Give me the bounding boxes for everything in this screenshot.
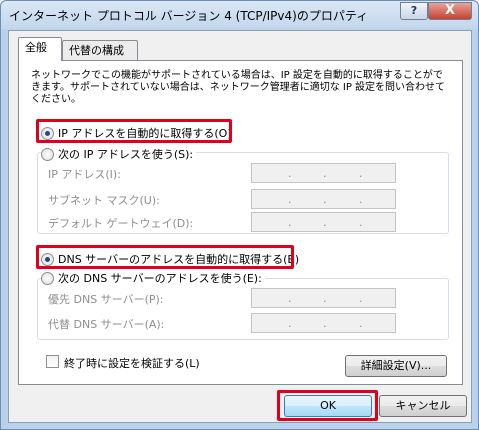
ip-manual-radio-indicator[interactable] xyxy=(41,147,54,161)
window-title: インターネット プロトコル バージョン 4 (TCP/IPv4)のプロパティ xyxy=(9,9,369,23)
tab-general[interactable]: 全般 xyxy=(18,37,62,61)
alternate-dns-separator: . xyxy=(359,317,363,330)
dns-manual-label: 次の DNS サーバーのアドレスを使う(E): xyxy=(58,272,262,285)
subnet-mask-field[interactable]: . . . xyxy=(251,189,396,209)
ip-manual-radio[interactable]: 次の IP アドレスを使う(S): xyxy=(41,146,197,162)
preferred-dns-separator: . xyxy=(359,292,363,305)
preferred-dns-separator: . xyxy=(288,292,292,305)
subnet-mask-label: サブネット マスク(U): xyxy=(48,194,160,207)
dns-auto-highlight xyxy=(36,245,294,269)
dns-manual-radio[interactable]: 次の DNS サーバーのアドレスを使う(E): xyxy=(41,270,265,286)
default-gateway-label: デフォルト ゲートウェイ(D): xyxy=(48,217,194,230)
subnet-mask-separator: . xyxy=(323,193,327,206)
default-gateway-separator: . xyxy=(288,216,292,229)
alternate-dns-label: 代替 DNS サーバー(A): xyxy=(48,318,165,331)
preferred-dns-label: 優先 DNS サーバー(P): xyxy=(48,293,164,306)
dns-manual-radio-indicator[interactable] xyxy=(41,271,54,285)
tab-alternate-configuration[interactable]: 代替の構成 xyxy=(62,40,138,61)
default-gateway-field[interactable]: . . . xyxy=(251,212,396,232)
subnet-mask-separator: . xyxy=(288,193,292,206)
help-button[interactable]: ? xyxy=(400,2,428,20)
ipv4-properties-dialog: インターネット プロトコル バージョン 4 (TCP/IPv4)のプロパティ ?… xyxy=(0,0,479,430)
default-gateway-separator: . xyxy=(323,216,327,229)
preferred-dns-separator: . xyxy=(323,292,327,305)
ip-manual-label: 次の IP アドレスを使う(S): xyxy=(58,148,194,161)
title-bar[interactable]: インターネット プロトコル バージョン 4 (TCP/IPv4)のプロパティ ?… xyxy=(1,1,478,29)
validate-on-exit-label: 終了時に設定を検証する(L) xyxy=(64,357,200,370)
description-text: ネットワークでこの機能がサポートされている場合は、IP 設定を自動的に取得するこ… xyxy=(31,70,446,105)
default-gateway-separator: . xyxy=(359,216,363,229)
alternate-dns-separator: . xyxy=(288,317,292,330)
ip-address-separator: . xyxy=(288,167,292,180)
ip-address-separator: . xyxy=(323,167,327,180)
alternate-dns-field[interactable]: . . . xyxy=(251,313,396,333)
validate-on-exit-checkbox[interactable] xyxy=(46,355,59,368)
preferred-dns-field[interactable]: . . . xyxy=(251,288,396,308)
subnet-mask-separator: . xyxy=(359,193,363,206)
ip-address-label: IP アドレス(I): xyxy=(48,168,121,181)
ip-address-field[interactable]: . . . xyxy=(251,163,396,183)
close-button[interactable]: X xyxy=(428,2,472,20)
alternate-dns-separator: . xyxy=(323,317,327,330)
cancel-button[interactable]: キャンセル xyxy=(379,395,467,417)
ok-highlight xyxy=(277,390,378,421)
advanced-button[interactable]: 詳細設定(V)... xyxy=(345,355,447,377)
ip-auto-highlight xyxy=(36,119,232,143)
ip-address-separator: . xyxy=(359,167,363,180)
